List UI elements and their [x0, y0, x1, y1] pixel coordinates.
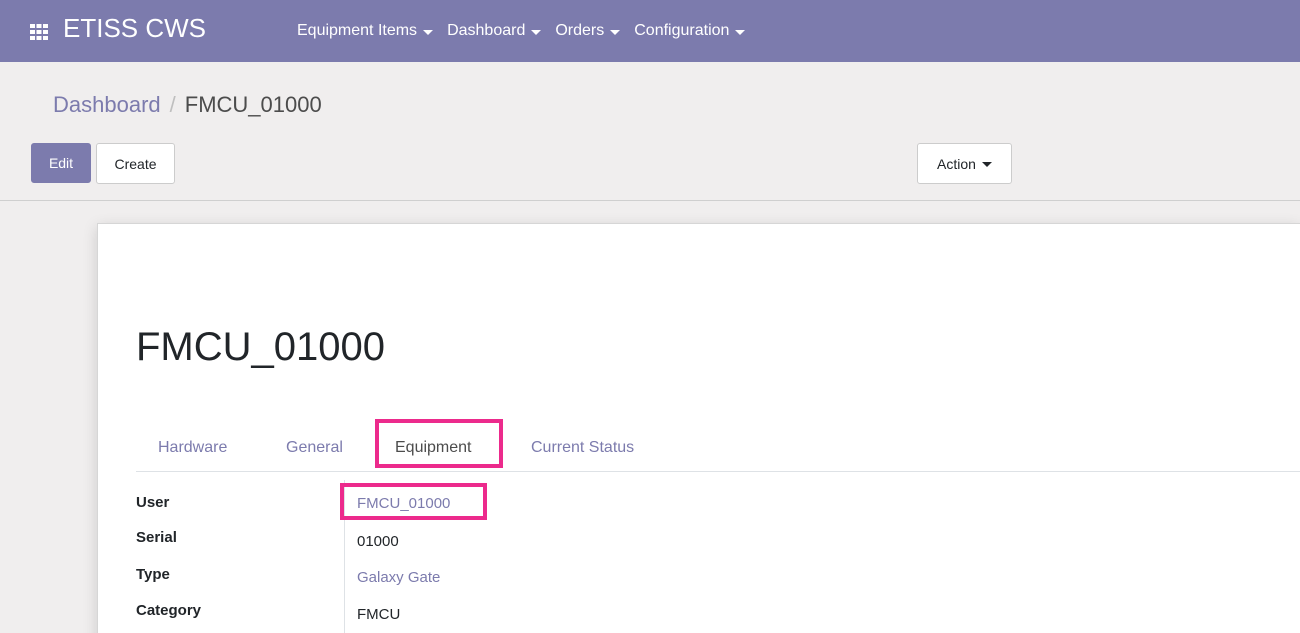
caret-down-icon [531, 29, 542, 35]
menu-orders[interactable]: Orders [555, 0, 621, 62]
form-sheet: FMCU_01000 Hardware General Equipment Cu… [97, 223, 1300, 633]
notebook-tabs: Hardware General Equipment Current Statu… [136, 424, 1300, 472]
control-panel: Dashboard / FMCU_01000 Edit Create Actio… [0, 62, 1300, 201]
menu-configuration[interactable]: Configuration [634, 0, 746, 62]
menu-label: Configuration [634, 22, 730, 39]
action-label: Action [937, 155, 976, 172]
menu-label: Equipment Items [297, 22, 418, 39]
grid-apps-icon[interactable] [30, 24, 48, 40]
breadcrumb: Dashboard / FMCU_01000 [53, 92, 322, 118]
tab-label: Equipment [395, 439, 472, 456]
category-value: FMCU [357, 606, 401, 623]
main-menu: Equipment Items Dashboard Orders Configu… [297, 0, 759, 62]
tab-equipment[interactable]: Equipment [395, 424, 472, 472]
caret-down-icon [610, 29, 621, 35]
app-brand[interactable]: ETISS CWS [63, 13, 206, 44]
field-label: Serial [136, 529, 177, 546]
tab-label: Current Status [531, 439, 635, 456]
field-label: Type [136, 566, 170, 583]
tab-hardware[interactable]: Hardware [158, 424, 227, 472]
field-label: Category [136, 602, 202, 619]
tab-current-status[interactable]: Current Status [531, 424, 634, 472]
serial-value: 01000 [357, 533, 399, 550]
breadcrumb-current: FMCU_01000 [184, 92, 322, 117]
type-link[interactable]: Galaxy Gate [357, 569, 440, 586]
tab-label: General [286, 439, 343, 456]
user-link[interactable]: FMCU_01000 [357, 495, 450, 512]
record-title: FMCU_01000 [136, 325, 386, 369]
create-button[interactable]: Create [96, 143, 175, 184]
tab-general[interactable]: General [286, 424, 343, 472]
edit-button[interactable]: Edit [31, 143, 91, 183]
menu-label: Orders [555, 22, 605, 39]
menu-dashboard[interactable]: Dashboard [447, 0, 542, 62]
tab-label: Hardware [158, 439, 228, 456]
menu-label: Dashboard [447, 22, 526, 39]
breadcrumb-separator: / [169, 92, 176, 117]
form-view: FMCU_01000 Hardware General Equipment Cu… [0, 201, 1300, 633]
caret-down-icon [423, 29, 434, 35]
field-divider [344, 480, 345, 633]
caret-down-icon [735, 29, 746, 35]
field-label: User [136, 494, 170, 511]
menu-equipment-items[interactable]: Equipment Items [297, 0, 434, 62]
action-dropdown-button[interactable]: Action [917, 143, 1012, 184]
top-navbar: ETISS CWS Equipment Items Dashboard Orde… [0, 0, 1300, 62]
caret-down-icon [981, 162, 992, 167]
breadcrumb-dashboard-link[interactable]: Dashboard [53, 92, 161, 118]
